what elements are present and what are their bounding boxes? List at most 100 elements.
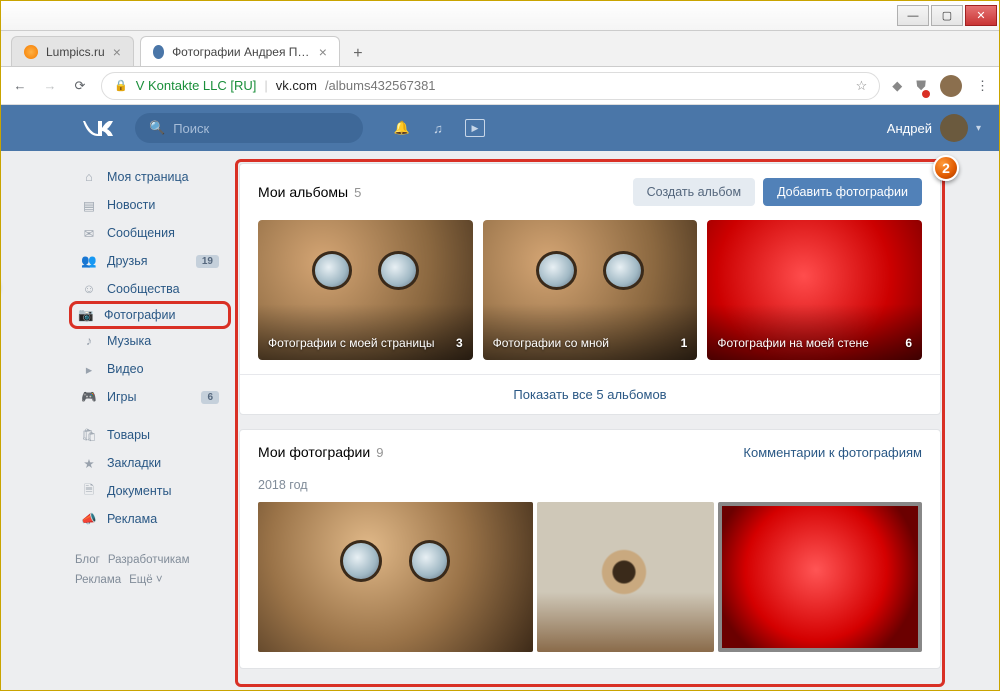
address-bar: ← → ⟳ 🔒 V Kontakte LLC [RU] | vk.com/alb… [1,67,999,105]
albums-count: 5 [354,185,361,200]
search-icon: 🔍 [149,120,165,136]
vk-logo-icon[interactable] [83,118,113,138]
dog-goggles-deco [536,251,643,290]
url-path: /albums432567381 [325,78,436,93]
footer-more[interactable]: Ещё ˅ [129,574,162,586]
nav-friends[interactable]: 👥Друзья19 [75,247,225,275]
music-icon[interactable]: ♫ [429,119,447,137]
tab-close-icon[interactable]: × [113,44,121,60]
play-icon[interactable]: ▶ [465,119,485,137]
bag-icon: 🛍 [81,427,97,443]
photos-count: 9 [376,445,383,460]
albums-card: Мои альбомы 5 Создать альбом Добавить фо… [239,163,941,415]
annotation-marker-2: 2 [933,155,959,181]
nav-photos[interactable]: 📷Фотографии [69,301,231,329]
photo-item[interactable] [537,502,714,652]
favicon-icon [24,45,38,59]
dog-goggles-deco [340,540,450,582]
reload-icon[interactable]: ⟳ [71,77,89,95]
nav-video[interactable]: ▸Видео [75,355,225,383]
dog-goggles-deco [312,251,419,290]
tab-vk-photos[interactable]: Фотографии Андрея Петрова – × [140,36,340,66]
search-input[interactable]: 🔍 Поиск [135,113,363,143]
window-titlebar: — ▢ ✕ [1,1,999,31]
album-label: Фотографии с моей страницы [268,336,456,350]
star-icon[interactable]: ☆ [856,78,868,94]
album-label: Фотографии на моей стене [717,336,905,350]
nav-docs[interactable]: 🗎Документы [75,477,225,505]
tab-label: Фотографии Андрея Петрова – [172,45,311,59]
album-label: Фотографии со мной [493,336,681,350]
extension-icons: ◆ ⛊ ⋮ [892,75,989,97]
photos-header: Мои фотографии 9 Комментарии к фотографи… [240,430,940,474]
megaphone-icon: 📣 [81,511,97,527]
album-count: 3 [456,336,463,350]
album-item[interactable]: Фотографии на моей стене6 [707,220,922,360]
back-icon[interactable]: ← [11,77,29,95]
favicon-icon [153,45,164,59]
chevron-down-icon: ▾ [976,123,981,134]
nav-bookmarks[interactable]: ★Закладки [75,449,225,477]
tab-lumpics[interactable]: Lumpics.ru × [11,36,134,66]
nav-groups[interactable]: ☺Сообщества [75,275,225,303]
news-icon: ▤ [81,197,97,213]
secure-org: V Kontakte LLC [RU] [136,78,257,93]
create-album-button[interactable]: Создать альбом [633,178,755,206]
user-menu[interactable]: Андрей ▾ [887,114,981,142]
footer-blog[interactable]: Блог [75,554,100,566]
lock-icon: 🔒 [114,79,128,92]
add-photos-button[interactable]: Добавить фотографии [763,178,922,206]
sidebar: ⌂Моя страница ▤Новости ✉Сообщения 👥Друзь… [75,163,225,683]
nav-news[interactable]: ▤Новости [75,191,225,219]
bell-icon[interactable]: 🔔 [393,119,411,137]
url-host: vk.com [276,78,317,93]
video-icon: ▸ [81,361,97,377]
albums-title: Мои альбомы [258,184,348,200]
extension-icon[interactable]: ◆ [892,78,902,94]
url-input[interactable]: 🔒 V Kontakte LLC [RU] | vk.com/albums432… [101,72,880,100]
albums-row: Фотографии с моей страницы3 Фотографии с… [240,220,940,374]
extension-icon[interactable]: ⛊ [916,78,926,94]
footer-ads[interactable]: Реклама [75,574,121,586]
tab-label: Lumpics.ru [46,45,105,59]
new-tab-button[interactable]: + [346,42,370,66]
nav-profile[interactable]: ⌂Моя страница [75,163,225,191]
page-content: 🔍 Поиск 🔔 ♫ ▶ Андрей ▾ 1 ⌂Моя страница ▤… [1,105,999,690]
photo-item[interactable] [258,502,533,652]
menu-icon[interactable]: ⋮ [976,78,989,94]
show-all-albums[interactable]: Показать все 5 альбомов [240,374,940,414]
comments-link[interactable]: Комментарии к фотографиям [743,445,922,460]
album-item[interactable]: Фотографии с моей страницы3 [258,220,473,360]
user-name: Андрей [887,121,932,136]
nav-ads[interactable]: 📣Реклама [75,505,225,533]
footer-links: Блог Разработчикам Реклама Ещё ˅ [75,551,225,590]
album-count: 1 [681,336,688,350]
messages-icon: ✉ [81,225,97,241]
tab-close-icon[interactable]: × [319,44,327,60]
nav-market[interactable]: 🛍Товары [75,421,225,449]
tab-strip: Lumpics.ru × Фотографии Андрея Петрова –… [1,31,999,67]
search-placeholder: Поиск [173,121,209,136]
profile-avatar-icon[interactable] [940,75,962,97]
star-icon: ★ [81,455,97,471]
album-count: 6 [905,336,912,350]
home-icon: ⌂ [81,169,97,185]
photo-item[interactable] [718,502,922,652]
badge: 19 [196,255,219,268]
footer-dev[interactable]: Разработчикам [108,554,190,566]
maximize-button[interactable]: ▢ [931,5,963,26]
minimize-button[interactable]: — [897,5,929,26]
browser-window: — ▢ ✕ Lumpics.ru × Фотографии Андрея Пет… [0,0,1000,691]
avatar [940,114,968,142]
close-button[interactable]: ✕ [965,5,997,26]
nav-music[interactable]: ♪Музыка [75,327,225,355]
album-item[interactable]: Фотографии со мной1 [483,220,698,360]
games-icon: 🎮 [81,389,97,405]
forward-icon[interactable]: → [41,77,59,95]
camera-icon: 📷 [78,307,94,323]
photos-card: Мои фотографии 9 Комментарии к фотографи… [239,429,941,669]
nav-messages[interactable]: ✉Сообщения [75,219,225,247]
page-body: 1 ⌂Моя страница ▤Новости ✉Сообщения 👥Дру… [1,151,999,683]
groups-icon: ☺ [81,281,97,297]
nav-games[interactable]: 🎮Игры6 [75,383,225,411]
